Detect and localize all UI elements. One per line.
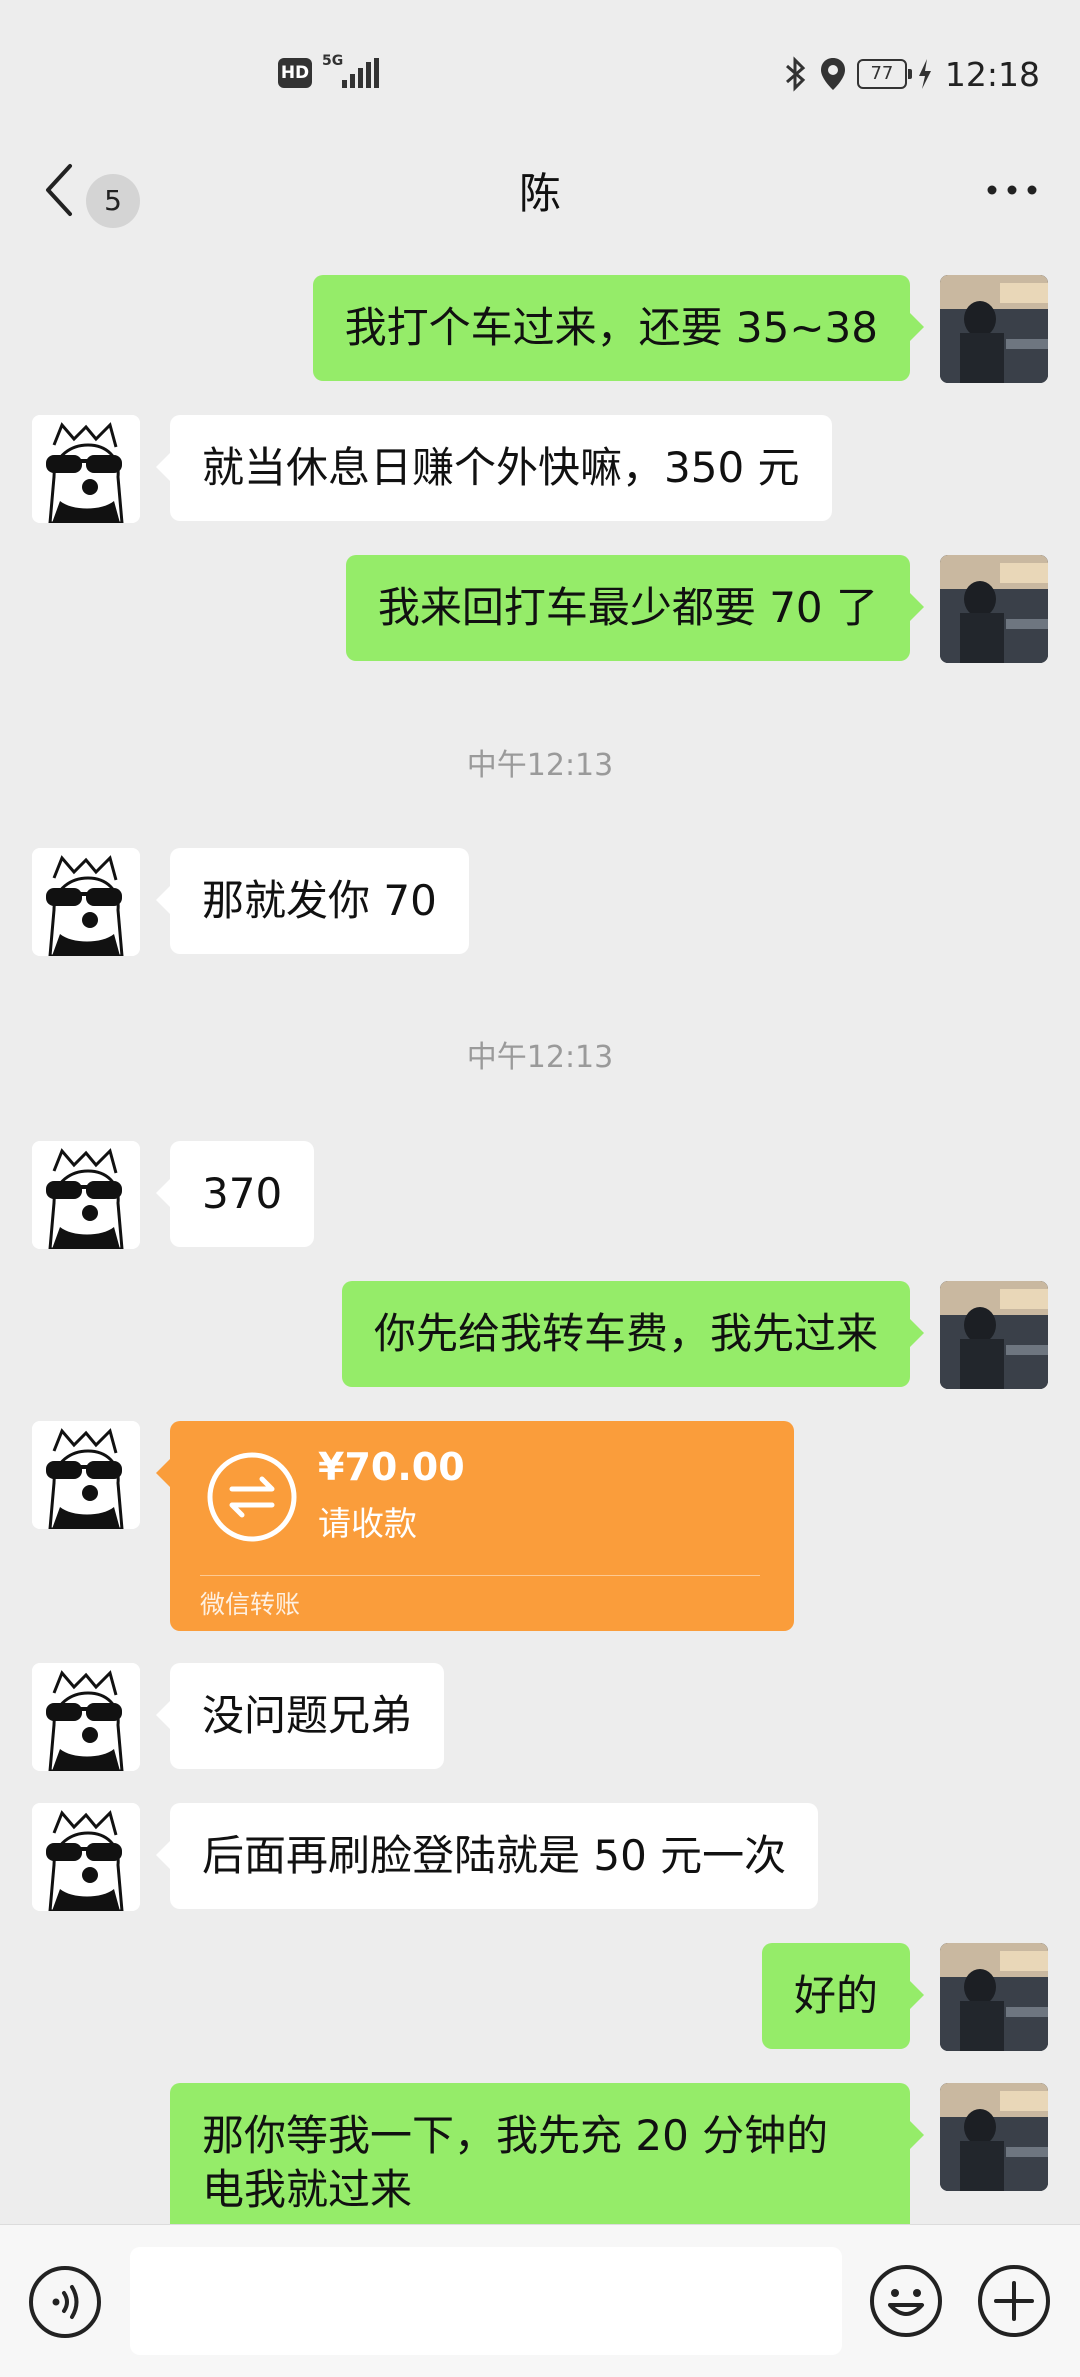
message-bubble[interactable]: 我来回打车最少都要 70 了 [345, 555, 925, 661]
clock: 12:18 [944, 54, 1040, 94]
transfer-footer: 微信转账 [200, 1590, 301, 1619]
input-bar [0, 2224, 1080, 2377]
contact-avatar[interactable] [32, 1141, 140, 1249]
contact-avatar[interactable] [32, 1421, 140, 1529]
message-bubble[interactable]: 好的 [761, 1943, 925, 2049]
transfer-arrows-icon [207, 1452, 297, 1542]
sunglasses-cat-avatar-icon [32, 1803, 140, 1911]
sunglasses-cat-avatar-icon [32, 1663, 140, 1771]
location-icon [820, 58, 845, 90]
my-avatar[interactable] [940, 275, 1048, 383]
sunglasses-cat-avatar-icon [32, 1141, 140, 1249]
voice-input-icon[interactable] [28, 2265, 102, 2339]
contact-avatar[interactable] [32, 1803, 140, 1911]
chat-title: 陈 [518, 169, 561, 218]
message-line: 电我就过来 [202, 2165, 413, 2214]
my-avatar[interactable] [940, 555, 1048, 663]
signal-icon [342, 58, 379, 88]
plus-icon[interactable] [976, 2263, 1052, 2339]
car-driver-photo-icon [940, 1281, 1048, 1389]
emoji-icon[interactable] [868, 2263, 944, 2339]
bluetooth-icon [785, 56, 806, 92]
message-list[interactable]: 我打个车过来，还要 35~38 就当休息日赚个外快嘛，350 元 我来回打车最少… [0, 244, 1080, 2224]
transfer-card[interactable]: ¥70.00 请收款 微信转账 [156, 1421, 794, 1631]
transfer-amount: ¥70.00 [318, 1445, 465, 1489]
message-bubble[interactable]: 370 [155, 1141, 315, 1247]
my-avatar[interactable] [940, 2083, 1048, 2191]
car-driver-photo-icon [940, 1943, 1048, 2051]
divider [200, 1575, 760, 1576]
status-bar: HD 5G 77 12:18 [0, 0, 1080, 140]
more-dots-icon[interactable] [984, 176, 1040, 204]
contact-avatar[interactable] [32, 1663, 140, 1771]
battery-icon: 77 [856, 59, 912, 89]
message-bubble[interactable]: 那你等我一下，我先充 20 分钟的 电我就过来 [170, 2083, 924, 2224]
message-line: 那你等我一下，我先充 20 分钟的 [202, 2111, 829, 2160]
car-driver-photo-icon [940, 275, 1048, 383]
contact-avatar[interactable] [32, 415, 140, 523]
message-bubble[interactable]: 就当休息日赚个外快嘛，350 元 [156, 415, 832, 521]
timestamp: 中午12:13 [466, 1040, 614, 1075]
car-driver-photo-icon [940, 2083, 1048, 2191]
message-bubble[interactable]: 没问题兄弟 [155, 1663, 445, 1769]
message-bubble[interactable]: 我打个车过来，还要 35~38 [312, 275, 925, 381]
message-bubble[interactable]: 那就发你 70 [156, 848, 469, 954]
sunglasses-cat-avatar-icon [32, 848, 140, 956]
transfer-description: 请收款 [318, 1504, 417, 1543]
charging-icon [918, 59, 931, 89]
message-bubble[interactable]: 你先给我转车费，我先过来 [341, 1281, 925, 1387]
sunglasses-cat-avatar-icon [32, 1421, 140, 1529]
contact-avatar[interactable] [32, 848, 140, 956]
message-input[interactable] [130, 2247, 842, 2355]
car-driver-photo-icon [940, 555, 1048, 663]
timestamp: 中午12:13 [466, 748, 614, 783]
hd-badge: HD [278, 58, 312, 88]
chat-header: 5 陈 [0, 140, 1080, 244]
sunglasses-cat-avatar-icon [32, 415, 140, 523]
my-avatar[interactable] [940, 1943, 1048, 2051]
message-bubble[interactable]: 后面再刷脸登陆就是 50 元一次 [155, 1803, 819, 1909]
my-avatar[interactable] [940, 1281, 1048, 1389]
